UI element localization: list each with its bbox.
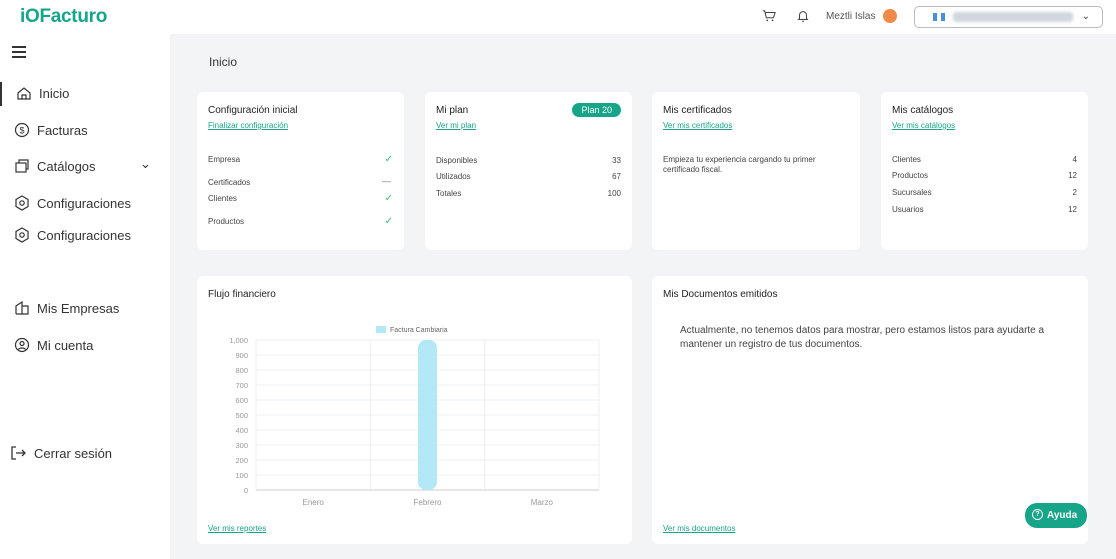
catalog-row: Sucursales 2 [892,188,1077,197]
sidebar-item-configuraciones[interactable]: Configuraciones [0,192,170,216]
logout-label: Cerrar sesión [34,446,113,461]
y-tick-label: 700 [235,381,248,390]
flow-chart: Factura Cambiaria 0 100 200 300 400 500 600 700 8… [229,326,600,507]
catalog-icon [15,159,29,173]
y-tick-label: 400 [235,426,248,435]
help-icon: ? [1032,509,1043,520]
y-tick-label: 1,000 [229,336,248,345]
flow-card: Flujo financiero Factura Cambiaria 0 100 20… [197,276,632,544]
chevron-down-icon: ⌄ [1081,11,1090,22]
sidebar-item-catalogos[interactable]: Catálogos ⌄ [0,155,170,179]
x-tick-label: Febrero [413,498,442,507]
catalog-row: Productos 12 [892,171,1077,180]
home-icon [17,87,31,100]
view-catalogs-link[interactable]: Ver mis catálogos [892,121,955,130]
y-tick-label: 500 [235,411,248,420]
check-icon: ✓ [384,154,393,165]
sidebar-item-label: Mi cuenta [37,338,94,353]
page-title: Inicio [209,55,238,69]
sidebar: Inicio $ Facturas Catálogos ⌄ Configurac… [0,34,170,559]
sidebar-item-label: Inicio [39,86,70,101]
catalogs-card: Mis catálogos Ver mis catálogos Clientes… [881,92,1088,250]
plan-row: Utilizados 67 [436,172,621,181]
menu-icon[interactable] [12,46,26,58]
logout-button[interactable]: Cerrar sesión [0,442,170,466]
config-card: Configuración inicial Finalizar configur… [197,92,404,250]
y-tick-label: 100 [235,471,248,480]
main-content: Inicio Configuración inicial Finalizar c… [170,34,1116,559]
view-certs-link[interactable]: Ver mis certificados [663,121,732,130]
y-tick-label: 0 [244,486,248,495]
plan-row: Disponibles 33 [436,156,621,165]
sidebar-item-facturas[interactable]: $ Facturas [0,119,170,143]
chevron-down-icon[interactable]: ⌄ [140,156,151,172]
check-icon: ✓ [384,216,393,227]
catalog-row: Usuarios 12 [892,205,1077,214]
user-avatar[interactable] [883,9,897,23]
card-title: Mis Documentos emitidos [663,289,778,300]
card-title: Configuración inicial [208,105,298,116]
y-tick-label: 800 [235,366,248,375]
sidebar-item-label: Configuraciones [37,228,131,243]
card-title: Mis certificados [663,105,732,116]
legend-label: Factura Cambiaria [390,327,448,334]
sidebar-item-label: Catálogos [37,159,96,174]
check-icon: ✓ [384,193,393,204]
sidebar-item-label: Facturas [37,123,88,138]
card-title: Mi plan [436,105,469,116]
sidebar-item-configuraciones-2[interactable]: Configuraciones [0,224,170,248]
config-row: Productos ✓ [208,216,393,227]
gear-icon [15,227,29,243]
sidebar-item-inicio[interactable]: Inicio [0,82,170,106]
user-name[interactable]: Meztli Islas [826,11,875,22]
card-title: Mis catálogos [892,105,954,116]
company-name [953,12,1073,22]
plan-card: Mi plan Plan 20 Ver mi plan Disponibles 3… [425,92,632,250]
x-tick-label: Enero [302,498,324,507]
app-logo[interactable]: iOFacturo [20,6,107,28]
building-icon [15,300,29,315]
dollar-icon: $ [14,122,30,138]
logout-icon [11,446,26,460]
bell-icon[interactable] [796,9,810,23]
y-tick-label: 300 [235,441,248,450]
config-row: Empresa ✓ [208,154,393,165]
legend-swatch [376,326,386,333]
sidebar-item-label: Mis Empresas [37,301,120,316]
docs-message: Actualmente, no tenemos datos para mostr… [680,325,1045,350]
certs-message: Empieza tu experiencia cargando tu prime… [663,155,816,174]
catalog-row: Clientes 4 [892,155,1077,164]
top-bar: iOFacturo Meztli Islas ⌄ [0,0,1116,34]
y-tick-label: 600 [235,396,248,405]
sidebar-item-label: Configuraciones [37,196,131,211]
y-tick-label: 200 [235,456,248,465]
y-tick-label: 900 [235,351,248,360]
user-icon [14,337,30,353]
cart-icon[interactable] [762,9,776,23]
dash-icon: — [382,176,391,186]
sidebar-item-mi-cuenta[interactable]: Mi cuenta [0,334,170,358]
card-title: Flujo financiero [208,289,276,300]
gear-icon [15,195,29,211]
config-row: Clientes ✓ [208,193,393,204]
plan-row: Totales 100 [436,189,621,198]
x-tick-label: Marzo [531,498,554,507]
bar [418,340,437,490]
certs-card: Mis certificados Ver mis certificados Em… [652,92,860,250]
finish-config-link[interactable]: Finalizar configuración [208,121,288,130]
docs-card: Mis Documentos emitidos Actualmente, no … [652,276,1088,544]
company-select[interactable]: ⌄ [914,6,1103,28]
view-reports-link[interactable]: Ver mis reportes [208,524,266,533]
sidebar-item-mis-empresas[interactable]: Mis Empresas [0,297,170,321]
view-plan-link[interactable]: Ver mi plan [436,121,476,130]
plan-badge: Plan 20 [572,103,621,117]
svg-text:$: $ [19,126,24,136]
help-button[interactable]: ? Ayuda [1025,503,1087,528]
view-docs-link[interactable]: Ver mis documentos [663,524,735,533]
flag-icon [933,13,945,21]
config-row: Certificados — [208,176,391,187]
